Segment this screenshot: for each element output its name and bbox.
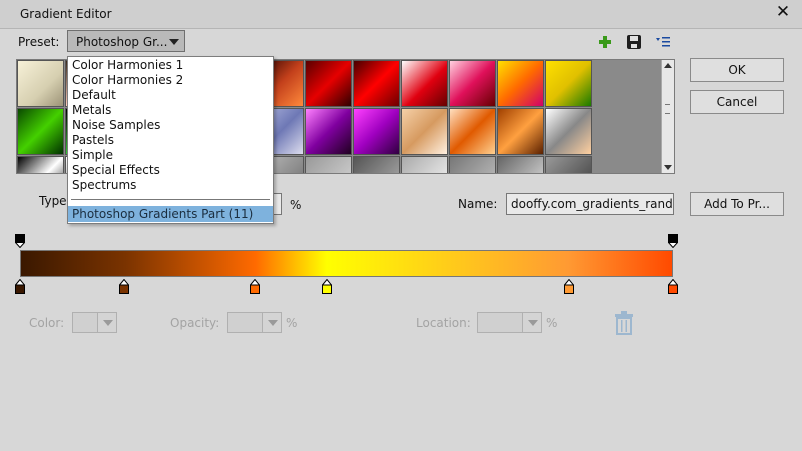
gradient-swatch[interactable] [17, 108, 64, 155]
type-label: Type [39, 194, 67, 208]
scroll-down-icon[interactable] [664, 165, 672, 170]
opacity-stop-marker[interactable] [15, 234, 25, 248]
gradient-swatch[interactable] [497, 156, 544, 173]
gradient-swatch[interactable] [305, 108, 352, 155]
gradient-swatch[interactable] [545, 156, 592, 173]
location-dropdown-chevron-icon[interactable] [522, 312, 542, 333]
color-stop-marker[interactable] [119, 279, 130, 294]
gradient-swatch[interactable] [545, 108, 592, 155]
gradient-swatch[interactable] [17, 60, 64, 107]
opacity-field[interactable] [227, 312, 263, 333]
add-to-preset-button[interactable]: Add To Pr... [690, 192, 784, 216]
dropdown-item[interactable]: Spectrums [72, 178, 136, 193]
menu-list-icon[interactable] [655, 34, 671, 50]
location-field[interactable] [477, 312, 523, 333]
save-icon[interactable] [626, 34, 642, 50]
color-stop-marker[interactable] [321, 279, 332, 294]
color-dropdown-chevron-icon[interactable] [97, 312, 117, 333]
dropdown-item[interactable]: Pastels [72, 133, 114, 148]
name-label: Name: [458, 197, 498, 211]
gradient-swatch[interactable] [305, 156, 352, 173]
color-swatch-field[interactable] [72, 312, 98, 333]
add-icon[interactable] [597, 34, 613, 50]
dropdown-item[interactable]: Default [72, 88, 116, 103]
gradient-swatch[interactable] [401, 60, 448, 107]
opacity-dropdown-chevron-icon[interactable] [262, 312, 282, 333]
gradient-swatch[interactable] [401, 108, 448, 155]
scroll-up-icon[interactable] [664, 63, 672, 68]
opacity-percent: % [286, 316, 298, 330]
gradient-swatch[interactable] [401, 156, 448, 173]
gradient-swatch[interactable] [497, 60, 544, 107]
color-stop-marker[interactable] [15, 279, 25, 294]
color-stop-marker[interactable] [668, 279, 678, 294]
color-stop-marker[interactable] [250, 279, 261, 294]
opacity-stop-marker[interactable] [668, 234, 678, 248]
dropdown-item[interactable]: Color Harmonies 1 [72, 58, 183, 73]
preset-label: Preset: [18, 35, 60, 49]
dropdown-item[interactable]: Special Effects [72, 163, 160, 178]
color-label: Color: [29, 316, 65, 330]
gradient-swatch[interactable] [545, 60, 592, 107]
dropdown-item[interactable]: Color Harmonies 2 [72, 73, 183, 88]
dropdown-item-selected[interactable]: Photoshop Gradients Part (11) [68, 206, 273, 222]
swatch-scrollbar[interactable] [661, 60, 674, 173]
gradient-swatch[interactable] [353, 60, 400, 107]
gradient-swatch[interactable] [353, 108, 400, 155]
dropdown-item-selected-label: Photoshop Gradients Part (11) [72, 207, 254, 221]
dropdown-item[interactable]: Simple [72, 148, 113, 163]
gradient-swatch[interactable] [353, 156, 400, 173]
dropdown-item[interactable]: Metals [72, 103, 111, 118]
gradient-swatch[interactable] [497, 108, 544, 155]
dropdown-separator [71, 199, 270, 200]
window-title: Gradient Editor [20, 7, 112, 21]
title-bar [0, 0, 802, 29]
trash-icon[interactable] [613, 311, 635, 335]
cancel-button[interactable]: Cancel [690, 90, 784, 114]
gradient-swatch[interactable] [449, 60, 496, 107]
preset-selected-value: Photoshop Gr... [76, 35, 168, 49]
chevron-down-icon [169, 39, 179, 45]
opacity-label: Opacity: [170, 316, 220, 330]
location-label: Location: [416, 316, 471, 330]
ok-button[interactable]: OK [690, 58, 784, 82]
location-percent: % [546, 316, 558, 330]
close-icon[interactable]: ✕ [774, 3, 792, 21]
gradient-bar[interactable] [20, 250, 673, 277]
preset-select[interactable]: Photoshop Gr... [67, 30, 185, 52]
color-stop-marker[interactable] [563, 279, 574, 294]
scroll-grip[interactable] [665, 104, 670, 114]
gradient-swatch[interactable] [17, 156, 64, 173]
smoothness-percent: % [290, 198, 302, 212]
gradient-swatch[interactable] [305, 60, 352, 107]
dropdown-item[interactable]: Noise Samples [72, 118, 160, 133]
gradient-swatch[interactable] [449, 156, 496, 173]
preset-dropdown-menu: Photoshop Gradients Part (11) Color Harm… [67, 56, 274, 224]
gradient-swatch[interactable] [449, 108, 496, 155]
name-field[interactable]: dooffy.com_gradients_random [506, 193, 674, 215]
